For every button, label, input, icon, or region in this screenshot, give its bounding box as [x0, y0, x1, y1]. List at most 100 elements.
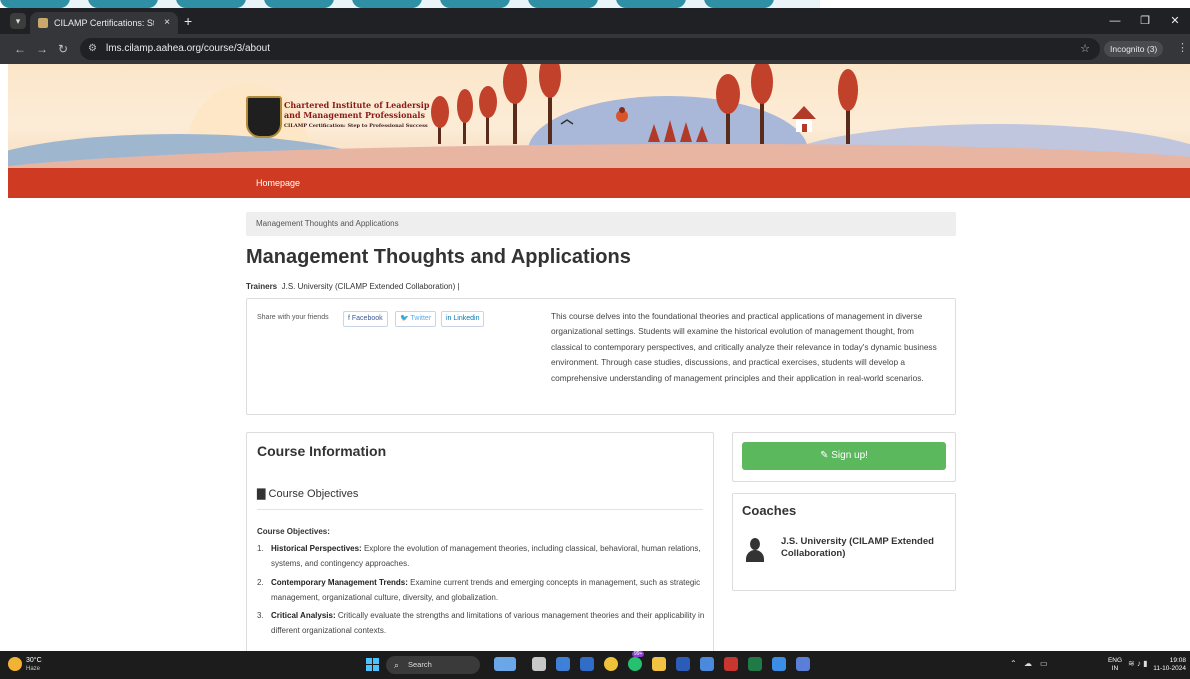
site-favicon-icon: [38, 18, 48, 28]
copilot-icon[interactable]: [494, 657, 516, 671]
objective-title: Contemporary Management Trends:: [271, 577, 408, 587]
browser-menu-icon[interactable]: ⋮: [1177, 41, 1188, 54]
share-label: Share with your friends: [257, 314, 329, 321]
list-item: 3. Critical Analysis: Critically evaluate…: [257, 608, 705, 639]
browser-tab[interactable]: CILAMP Certifications: Step to P ×: [30, 12, 178, 34]
weather-icon: [8, 657, 22, 671]
chevron-up-icon[interactable]: ⌃: [1010, 659, 1017, 668]
file-explorer-icon[interactable]: [652, 657, 666, 671]
tree-trunks: [438, 79, 850, 144]
coaches-heading: Coaches: [742, 503, 797, 518]
list-number: 1.: [257, 544, 264, 553]
course-information-panel: Course Information ▇ Course Objectives C…: [246, 432, 714, 664]
snipping-tool-icon[interactable]: [796, 657, 810, 671]
list-item: 2. Contemporary Management Trends: Examin…: [257, 575, 705, 606]
word-icon[interactable]: [676, 657, 690, 671]
signup-label: Sign up!: [831, 450, 868, 461]
cloud-icon[interactable]: ☁: [1024, 659, 1032, 668]
logo-crest-icon: [246, 96, 282, 138]
course-description-panel: Share with your friends f Facebook 🐦 Twi…: [246, 298, 956, 415]
outlook-icon[interactable]: [580, 657, 594, 671]
bird: [560, 119, 574, 125]
restore-icon[interactable]: ❐: [1130, 8, 1160, 34]
tab-close-icon[interactable]: ×: [164, 12, 170, 34]
battery-saver-icon[interactable]: ▭: [1040, 659, 1048, 668]
divider: [257, 509, 703, 510]
objective-title: Historical Perspectives:: [271, 544, 362, 553]
top-edge-strip: [0, 0, 1190, 8]
share-facebook-button[interactable]: f Facebook: [343, 311, 388, 327]
house: [792, 106, 816, 132]
wifi-sound-battery-icons[interactable]: ≋ ♪ ▮: [1128, 659, 1148, 668]
reload-icon[interactable]: ↻: [58, 41, 68, 57]
widgets-icon[interactable]: [556, 657, 570, 671]
search-icon: ⌕: [394, 660, 400, 670]
task-view-icon[interactable]: [532, 657, 546, 671]
whatsapp-icon[interactable]: 99+: [628, 651, 645, 671]
course-objectives-title: Course Objectives: [268, 488, 359, 500]
clock-time: 19:08: [1169, 657, 1186, 664]
fox-figure: [616, 107, 628, 122]
course-information-heading: Course Information: [257, 443, 387, 459]
language-indicator[interactable]: ENG IN: [1106, 657, 1124, 673]
close-window-icon[interactable]: ✕: [1160, 8, 1190, 34]
excel-icon[interactable]: [748, 657, 762, 671]
back-icon[interactable]: ←: [14, 41, 26, 57]
weather-temp: 30°C: [26, 657, 42, 664]
clock[interactable]: 19:08 11-10-2024: [1148, 657, 1186, 673]
paint-icon[interactable]: [772, 657, 786, 671]
forward-icon[interactable]: →: [36, 41, 48, 57]
main-nav: Homepage: [8, 168, 1190, 198]
bookmark-star-icon[interactable]: ☆: [1080, 38, 1090, 60]
chrome-icon[interactable]: [604, 657, 618, 671]
taskbar-search-label: Search: [408, 660, 432, 669]
logo-tagline: CILAMP Certification: Step to Profession…: [284, 123, 428, 129]
site-banner: Chartered Institute of Leadersip and Man…: [8, 64, 1190, 168]
url-input[interactable]: ⚙ lms.cilamp.aahea.org/course/3/about ☆: [80, 38, 1100, 60]
course-objectives-heading: ▇ Course Objectives: [257, 487, 358, 500]
incognito-badge[interactable]: Incognito (3): [1104, 41, 1164, 57]
coach-name[interactable]: J.S. University (CILAMP Extended Collabo…: [781, 536, 947, 560]
coach-avatar-icon: [743, 536, 767, 564]
course-objectives-subheading: Course Objectives:: [257, 527, 330, 536]
logo-org-line2: and Management Professionals: [284, 110, 425, 120]
new-tab-button[interactable]: +: [184, 14, 192, 28]
course-description: This course delves into the foundational…: [551, 311, 937, 383]
signup-panel: ✎ Sign up!: [732, 432, 956, 482]
trainers-line: Trainers J.S. University (CILAMP Extende…: [246, 282, 460, 291]
list-number: 3.: [257, 611, 264, 621]
page-title: Management Thoughts and Applications: [246, 246, 631, 268]
share-twitter-button[interactable]: 🐦 Twitter: [395, 311, 437, 327]
weather-widget[interactable]: 30°C Haze: [8, 655, 68, 675]
browser-address-bar: ← → ↻ ⚙ lms.cilamp.aahea.org/course/3/ab…: [0, 34, 1190, 64]
notification-badge: 99+: [632, 651, 645, 657]
filezilla-icon[interactable]: [724, 657, 738, 671]
minimize-icon[interactable]: —: [1100, 8, 1130, 34]
start-icon[interactable]: [366, 658, 380, 672]
notepad-icon[interactable]: [700, 657, 714, 671]
trainers-label: Trainers: [246, 282, 278, 291]
coaches-panel: Coaches J.S. University (CILAMP Extended…: [732, 493, 956, 591]
clock-date: 11-10-2024: [1153, 665, 1186, 672]
nav-homepage-link[interactable]: Homepage: [256, 168, 300, 198]
site-logo[interactable]: Chartered Institute of Leadersip and Man…: [246, 92, 429, 138]
objective-title: Critical Analysis:: [271, 611, 336, 621]
lang-bottom: IN: [1111, 665, 1119, 672]
share-linkedin-button[interactable]: in Linkedin: [441, 311, 485, 327]
breadcrumb[interactable]: Management Thoughts and Applications: [246, 212, 956, 236]
list-number: 2.: [257, 577, 264, 587]
objective-text: Critically evaluate the strengths and li…: [271, 611, 705, 636]
taskbar-search[interactable]: ⌕ Search: [386, 656, 480, 674]
banner-trees: [431, 64, 858, 144]
signup-button[interactable]: ✎ Sign up!: [742, 442, 946, 470]
site-info-icon[interactable]: ⚙: [88, 38, 97, 60]
weather-condition: Haze: [26, 666, 41, 672]
windows-taskbar: 30°C Haze ⌕ Search 99+ ⌃ ☁ ▭ ENG IN ≋ ♪ ▮…: [0, 651, 1190, 679]
tab-title: CILAMP Certifications: Step to P: [54, 18, 154, 28]
tab-search-menu[interactable]: ▾: [10, 13, 26, 29]
logo-org-line1: Chartered Institute of Leadersip: [284, 100, 430, 110]
list-item: 1. Historical Perspectives: Explore the e…: [257, 541, 705, 572]
window-controls: — ❐ ✕: [1100, 8, 1190, 34]
trainers-value[interactable]: J.S. University (CILAMP Extended Collabo…: [282, 282, 460, 291]
objectives-list: 1. Historical Perspectives: Explore the e…: [257, 541, 705, 642]
